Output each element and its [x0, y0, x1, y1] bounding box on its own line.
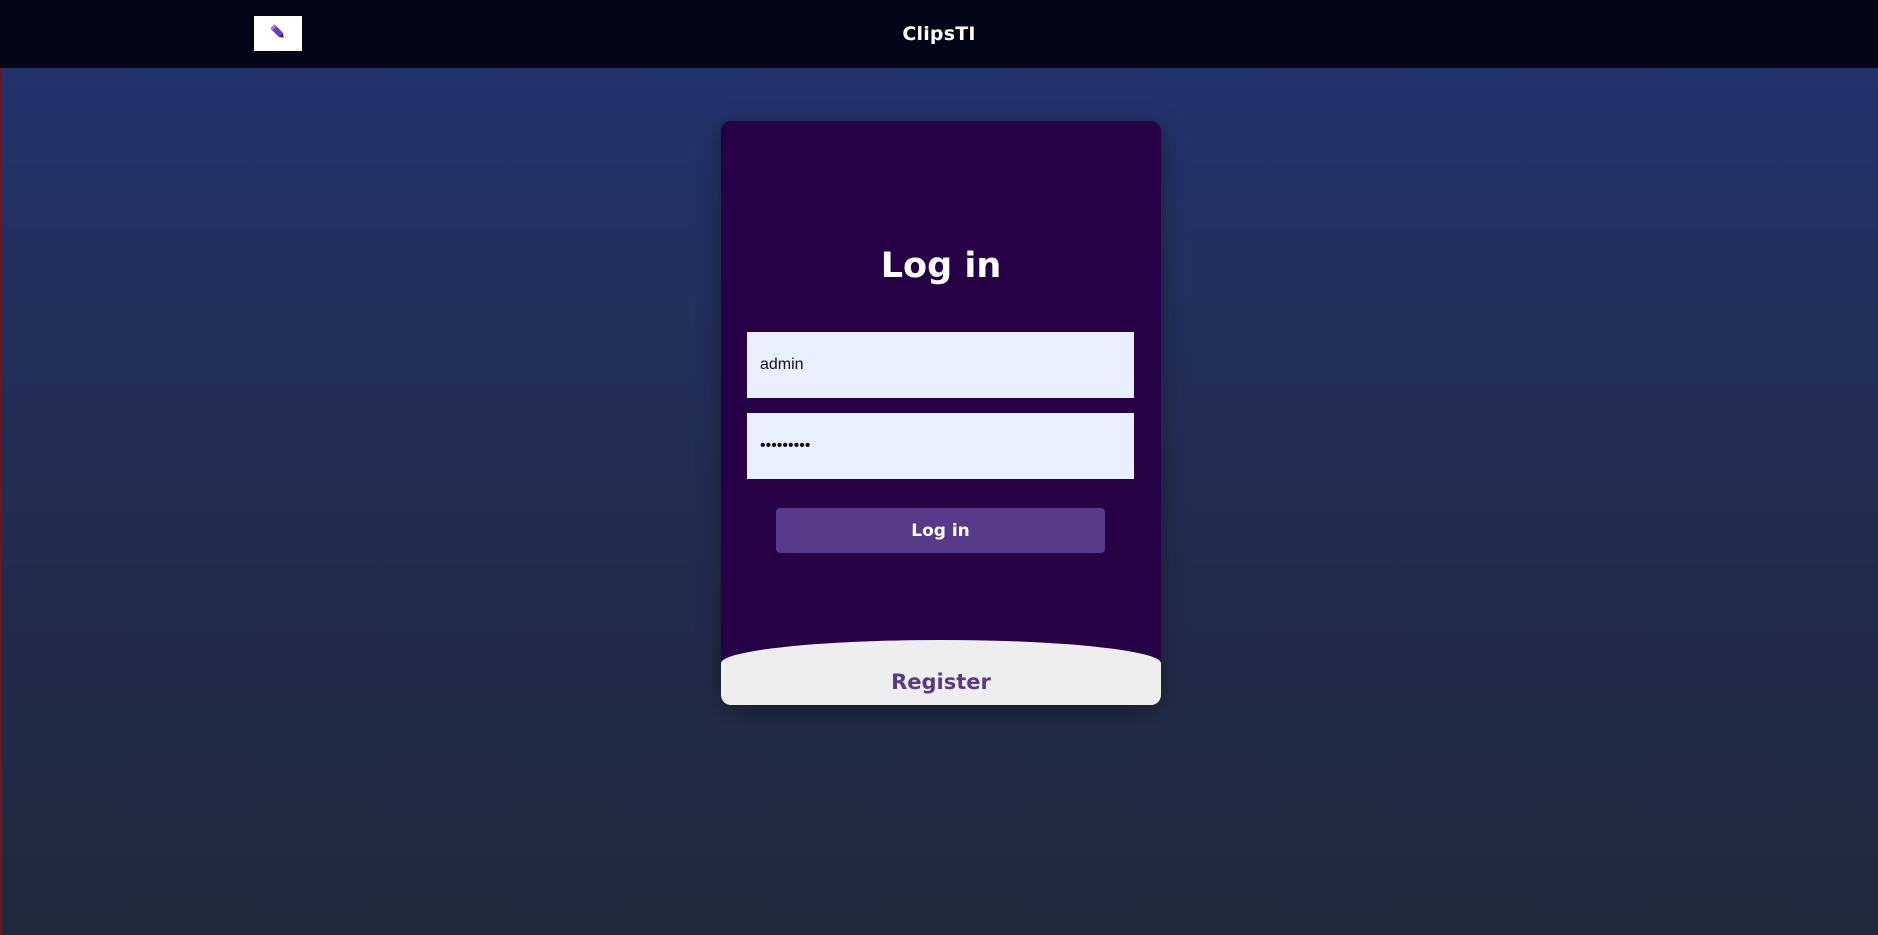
login-button[interactable]: Log in: [776, 508, 1105, 553]
password-input[interactable]: [747, 413, 1134, 479]
register-link[interactable]: Register: [721, 670, 1161, 694]
login-heading: Log in: [880, 246, 1002, 286]
username-input[interactable]: [747, 332, 1134, 398]
login-card: Log in Log in Register: [721, 121, 1161, 705]
app-title: ClipsTI: [902, 23, 976, 45]
window-edge: [0, 0, 2, 935]
top-navbar: ClipsTI: [0, 0, 1878, 68]
